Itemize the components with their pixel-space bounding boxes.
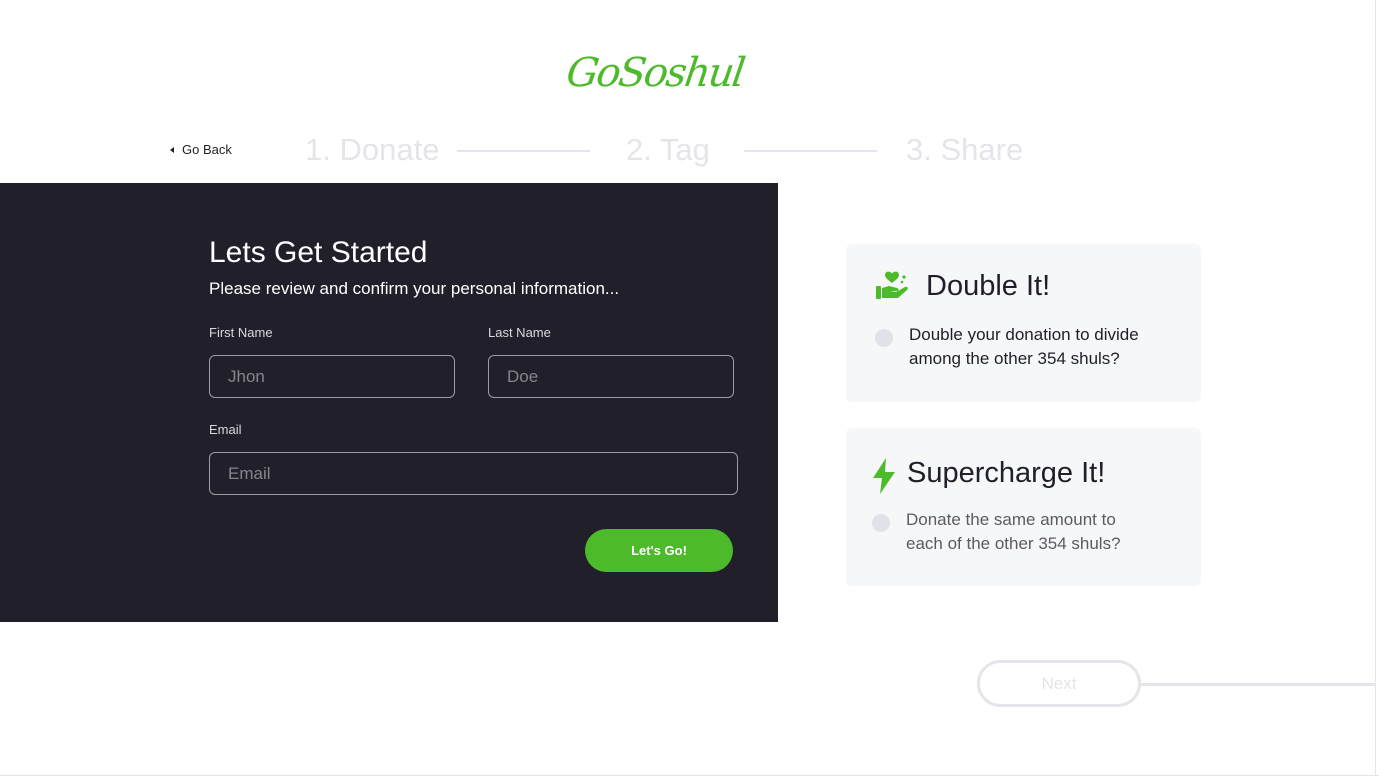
- hand-heart-icon: [876, 271, 908, 299]
- next-progress-line: [1141, 683, 1375, 686]
- chevron-left-icon: [170, 146, 174, 153]
- step-connector-2: [744, 150, 877, 152]
- supercharge-it-radio[interactable]: [872, 514, 890, 532]
- supercharge-it-text-line-2: each of the other 354 shuls?: [906, 534, 1121, 553]
- last-name-label: Last Name: [488, 325, 551, 340]
- supercharge-it-card: [846, 428, 1201, 586]
- go-back-label: Go Back: [182, 142, 232, 157]
- first-name-label: First Name: [209, 325, 273, 340]
- page-edge-right: [1375, 0, 1376, 776]
- email-label: Email: [209, 422, 242, 437]
- form-title: Lets Get Started: [209, 236, 428, 269]
- logo: GoSoshul: [563, 50, 747, 96]
- double-it-radio[interactable]: [875, 329, 893, 347]
- first-name-input[interactable]: [209, 355, 455, 398]
- double-it-title: Double It!: [926, 270, 1051, 302]
- supercharge-it-text-line-1: Donate the same amount to: [906, 510, 1116, 529]
- step-connector-1: [457, 150, 590, 152]
- double-it-description: Double your donation to divide among the…: [909, 323, 1139, 371]
- email-input[interactable]: [209, 452, 738, 495]
- double-it-text-line-1: Double your donation to divide: [909, 325, 1139, 344]
- step-tag: 2. Tag: [626, 132, 710, 167]
- double-it-text-line-2: among the other 354 shuls?: [909, 349, 1120, 368]
- last-name-input[interactable]: [488, 355, 734, 398]
- next-button[interactable]: Next: [977, 660, 1141, 707]
- form-subtitle: Please review and confirm your personal …: [209, 279, 620, 298]
- go-back-link[interactable]: Go Back: [170, 142, 232, 157]
- step-share: 3. Share: [906, 132, 1024, 167]
- page-edge-bottom: [0, 775, 1379, 776]
- supercharge-it-title: Supercharge It!: [907, 457, 1106, 489]
- lightning-bolt-icon: [873, 458, 895, 494]
- step-donate: 1. Donate: [305, 132, 440, 167]
- lets-go-button[interactable]: Let's Go!: [585, 529, 733, 572]
- supercharge-it-description: Donate the same amount to each of the ot…: [906, 508, 1121, 556]
